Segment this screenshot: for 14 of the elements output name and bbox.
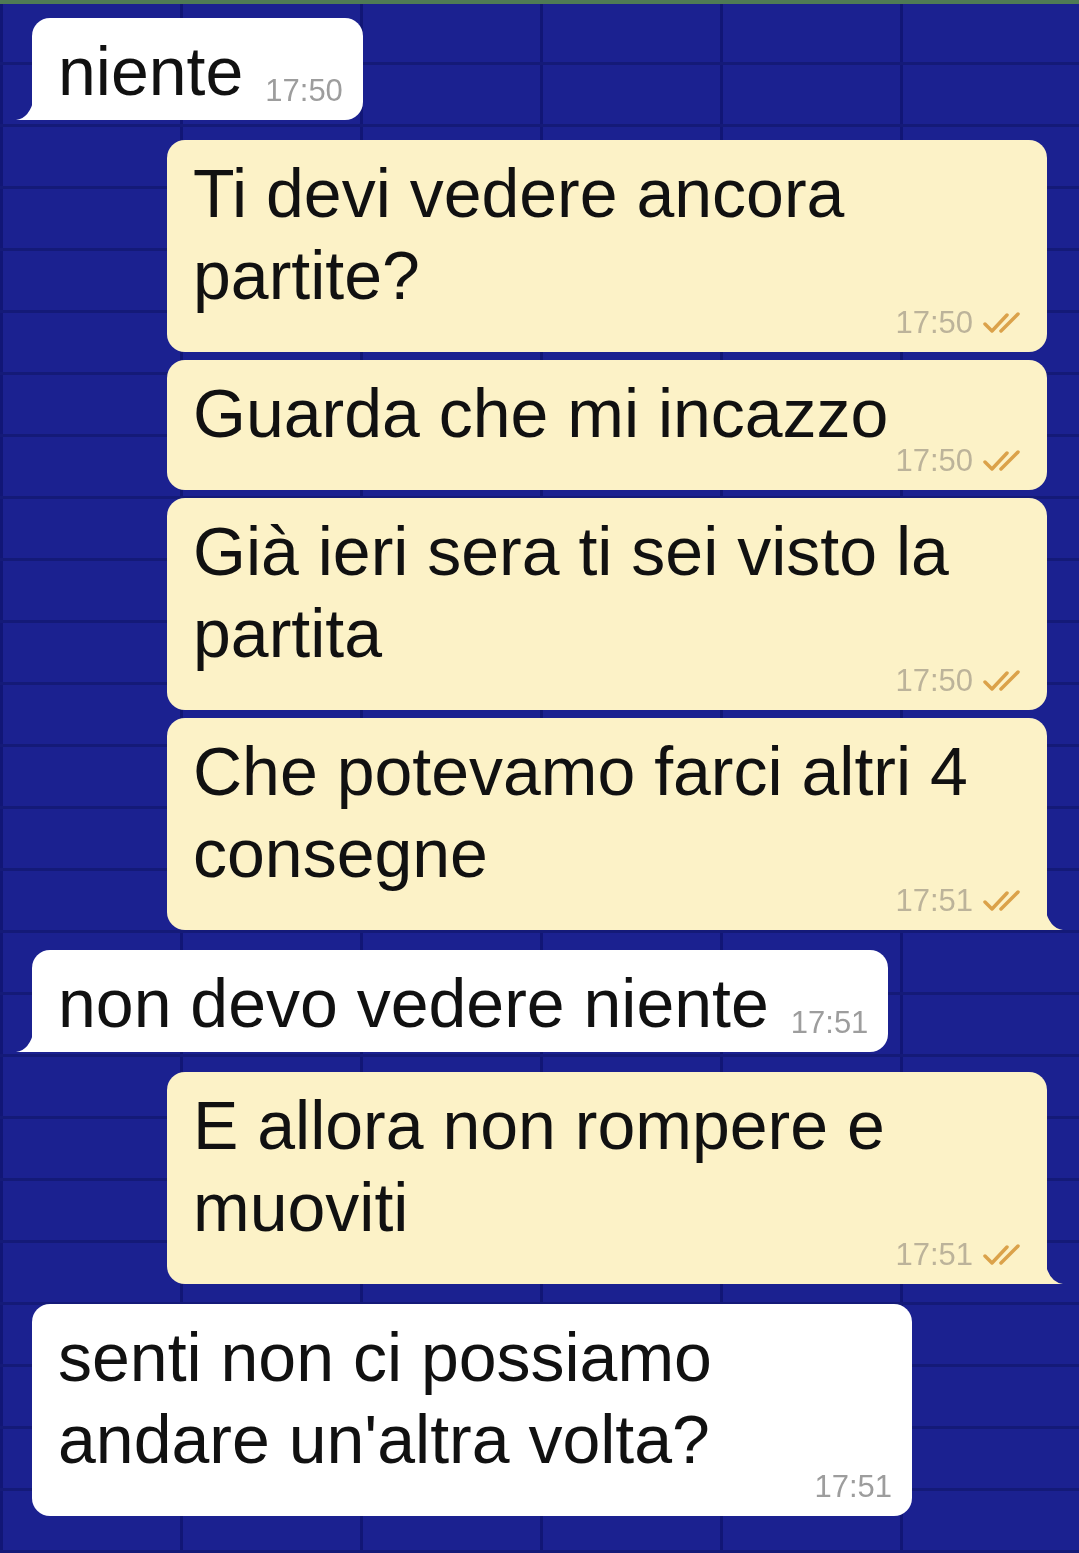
message-text: E allora non rompere e muoviti xyxy=(193,1086,886,1247)
message-text: senti non ci possiamo andare un'altra volta? xyxy=(58,1318,713,1479)
message-time: 17:50 xyxy=(895,442,973,480)
message-time: 17:50 xyxy=(265,72,343,110)
message-text: Guarda che mi incazzo xyxy=(193,374,889,453)
message-time: 17:50 xyxy=(895,304,973,342)
message-text: niente xyxy=(58,32,244,111)
message-time: 17:51 xyxy=(895,882,973,920)
message-text: Ti devi vedere ancora partite? xyxy=(193,154,846,315)
message-time: 17:51 xyxy=(895,1236,973,1274)
message-time: 17:51 xyxy=(814,1468,892,1506)
message-time: 17:51 xyxy=(790,1004,869,1042)
message-text: non devo vedere niente xyxy=(58,964,769,1043)
message-time: 17:50 xyxy=(895,662,973,700)
